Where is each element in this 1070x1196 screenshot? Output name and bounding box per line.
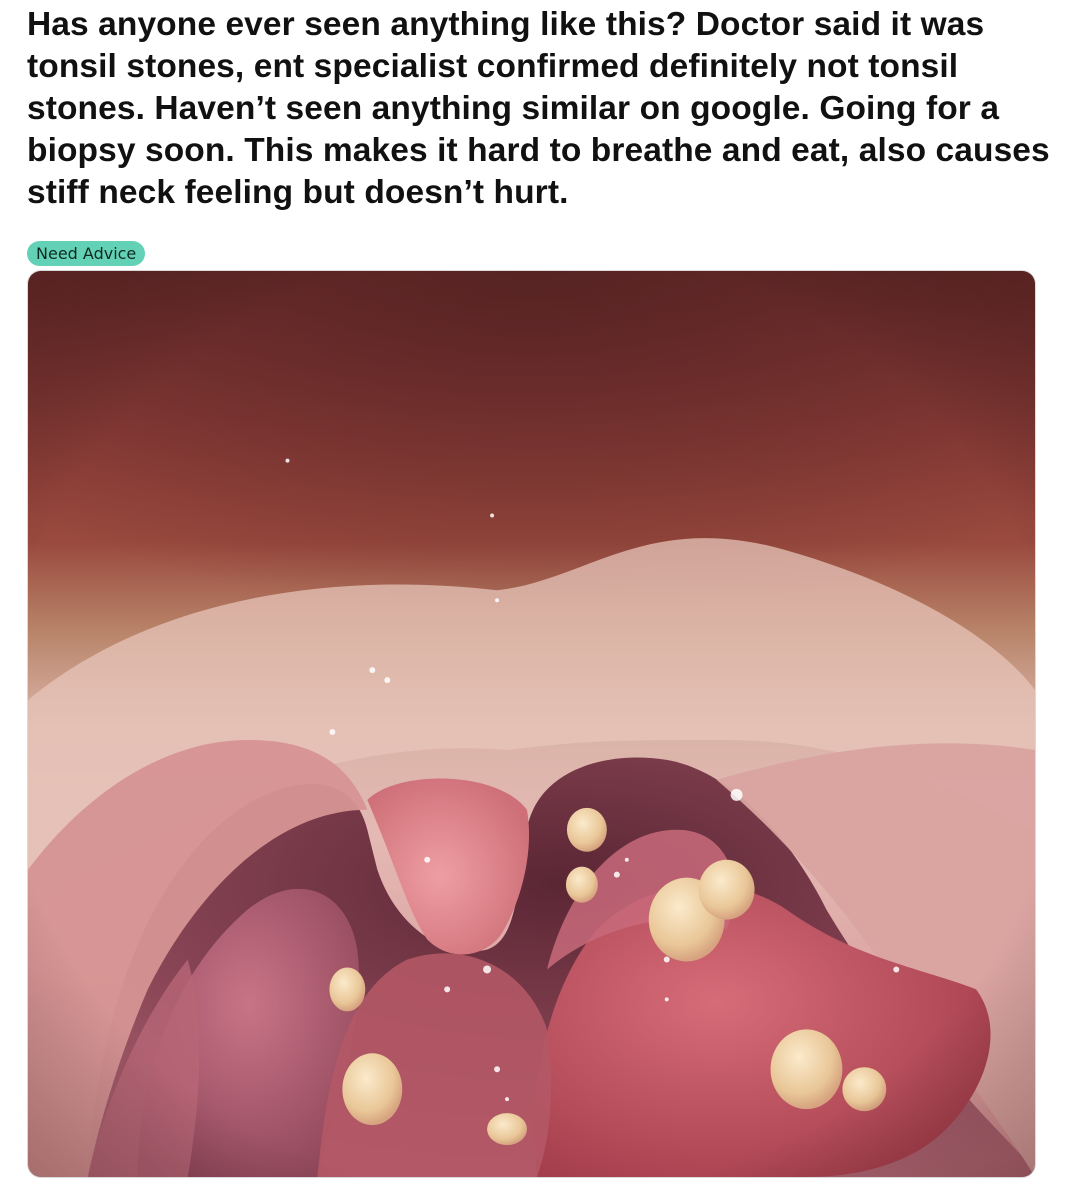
flair-badge[interactable]: Need Advice (27, 241, 146, 266)
post-title: Has anyone ever seen anything like this?… (27, 6, 1050, 211)
throat-photo (28, 271, 1035, 1177)
post-image[interactable] (27, 270, 1036, 1178)
post-container: Has anyone ever seen anything like this?… (0, 0, 1070, 1196)
